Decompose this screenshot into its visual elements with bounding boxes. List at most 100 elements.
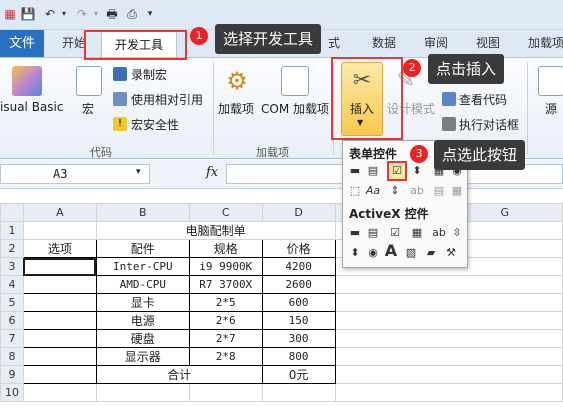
cell[interactable] [95,383,190,402]
visual-basic-button[interactable]: isual Basic [0,100,63,114]
macros-icon[interactable] [76,66,102,96]
cell-spec[interactable]: R7 3700X [188,275,263,294]
activex-combo-icon[interactable]: ▤ [365,225,381,241]
customize-qat-icon[interactable]: ▾ [142,6,158,22]
cell-part[interactable]: Inter-CPU [95,257,190,276]
view-code-button[interactable]: 查看代码 [459,91,507,108]
row-header[interactable]: 2 [0,239,24,258]
cell[interactable] [22,383,97,402]
source-button[interactable]: 源 [545,100,557,117]
cell-price[interactable]: 150 [261,311,336,330]
save-icon[interactable]: 💾 [20,6,36,22]
row-header[interactable]: 7 [0,329,24,348]
more-controls-icon[interactable]: ⚒ [443,245,459,261]
cell-price[interactable]: 800 [261,347,336,366]
tab-view[interactable]: 视图 [472,30,504,57]
cell-option[interactable] [22,347,97,366]
com-addins-icon[interactable] [281,66,309,96]
sheet-title[interactable]: 电脑配制单 [95,221,336,240]
addins-gear-icon[interactable]: ⚙ [224,66,250,96]
cell[interactable] [334,275,563,294]
row-header[interactable]: 8 [0,347,24,366]
name-box-dropdown-icon[interactable]: ▾ [136,167,141,177]
spin-button-icon[interactable]: ⬍ [409,163,425,179]
tab-formulas-partial[interactable]: 式 [325,30,343,57]
tab-review[interactable]: 审阅 [420,30,452,57]
activex-option-icon[interactable]: ◉ [365,245,381,261]
cell[interactable] [334,329,563,348]
checkbox-control-icon[interactable]: ☑ [387,161,407,181]
print-icon[interactable]: 🖶 [104,6,120,22]
total-label[interactable]: 合计 [95,365,263,384]
cell-part[interactable]: 硬盘 [95,329,190,348]
cell-option[interactable] [22,365,97,384]
cell-part[interactable]: 显卡 [95,293,190,312]
column-header-b[interactable]: B [95,203,190,222]
row-header[interactable]: 4 [0,275,24,294]
label-control-icon[interactable]: Aa [365,183,381,199]
activex-label-icon[interactable]: A [383,243,399,259]
activex-spin-icon[interactable]: ⬍ [347,245,363,261]
row-header[interactable]: 10 [0,383,24,402]
scroll-bar-icon[interactable]: ⇕ [387,183,403,199]
row-header[interactable]: 5 [0,293,24,312]
cell-price[interactable]: 4200 [261,257,336,276]
record-macro-button[interactable]: 录制宏 [131,66,167,83]
row-header[interactable]: 3 [0,257,24,276]
cell-option[interactable] [22,311,97,330]
visual-basic-icon[interactable] [12,66,42,96]
cell-spec[interactable]: 2*6 [188,311,263,330]
tab-file[interactable]: 文件 [0,30,44,57]
tab-data[interactable]: 数据 [368,30,400,57]
total-value[interactable]: 0元 [261,365,336,384]
column-header-d[interactable]: D [261,203,336,222]
cell-price[interactable]: 2600 [261,275,336,294]
cell-price[interactable]: 300 [261,329,336,348]
addins-button[interactable]: 加载项 [218,100,254,117]
run-dialog-button[interactable]: 执行对话框 [459,116,519,133]
xml-source-icon[interactable] [538,66,563,96]
header-price[interactable]: 价格 [261,239,336,258]
row-header[interactable]: 6 [0,311,24,330]
cell[interactable] [334,311,563,330]
select-all-corner[interactable] [0,203,24,222]
cell-spec[interactable]: 2*8 [188,347,263,366]
cell-spec[interactable]: 2*7 [188,329,263,348]
cell-spec[interactable]: 2*5 [188,293,263,312]
cell-spec[interactable]: i9 9900K [188,257,263,276]
tab-addins[interactable]: 加载项 [524,30,563,57]
insert-function-icon[interactable]: fx [206,165,218,180]
row-header[interactable]: 9 [0,365,24,384]
header-part[interactable]: 配件 [95,239,190,258]
activex-list-icon[interactable]: ▦ [409,225,425,241]
combo-list-icon[interactable]: ▤ [431,183,447,199]
combo-dropdown-icon[interactable]: ▦ [449,183,465,199]
name-box[interactable]: A3 [0,164,150,184]
cell-part[interactable]: 电源 [95,311,190,330]
cell[interactable] [334,293,563,312]
group-box-icon[interactable]: ⬚ [347,183,363,199]
cell-price[interactable]: 600 [261,293,336,312]
com-addins-button[interactable]: COM 加载项 [261,100,329,117]
use-relative-references-button[interactable]: 使用相对引用 [131,91,203,108]
cell-option[interactable] [22,275,97,294]
activex-image-icon[interactable]: ▧ [403,245,419,261]
list-box-icon[interactable]: ▤ [365,163,381,179]
cell[interactable] [334,365,563,384]
cell[interactable] [261,383,336,402]
column-header-c[interactable]: C [188,203,263,222]
selected-cell-a3[interactable] [22,257,97,276]
cell-option[interactable] [22,293,97,312]
combo-box-icon[interactable]: ▬ [347,163,363,179]
print-preview-icon[interactable]: ⎙ [124,6,140,22]
redo-dropdown-icon[interactable]: ▾ [88,6,104,22]
activex-toggle-icon[interactable]: ▰ [423,245,439,261]
header-option[interactable]: 选项 [22,239,97,258]
header-spec[interactable]: 规格 [188,239,263,258]
cell-part[interactable]: 显示器 [95,347,190,366]
activex-button-icon[interactable]: ▬ [347,225,363,241]
activex-textbox-icon[interactable]: ab [431,225,447,241]
activex-checkbox-icon[interactable]: ☑ [387,225,403,241]
cell[interactable] [334,347,563,366]
macro-security-button[interactable]: 宏安全性 [131,116,179,133]
